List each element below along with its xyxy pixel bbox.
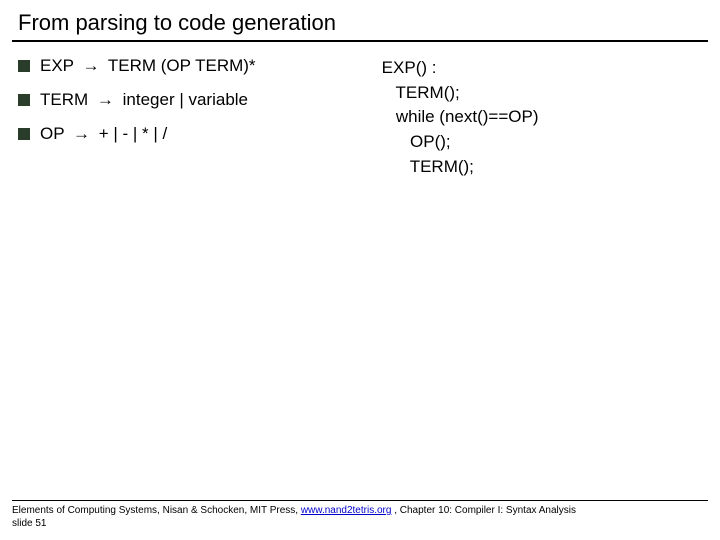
code-line: TERM(); [382,155,702,180]
grammar-rule: TERM → integer | variable [18,90,374,110]
bullet-icon [18,94,30,106]
pseudocode: EXP() : TERM(); while (next()==OP) OP();… [374,56,702,179]
bullet-icon [18,60,30,72]
rule-text: EXP → TERM (OP TERM)* [40,56,256,76]
rule-rhs: + | - | * | / [99,124,168,143]
rule-text: TERM → integer | variable [40,90,248,110]
rule-text: OP → + | - | * | / [40,124,167,144]
code-line: EXP() : [382,56,702,81]
code-line: while (next()==OP) [382,105,702,130]
content-area: EXP → TERM (OP TERM)* TERM → integer | v… [0,56,720,179]
slide: From parsing to code generation EXP → TE… [0,0,720,540]
arrow-icon: → [97,90,114,109]
grammar-rule: OP → + | - | * | / [18,124,374,144]
slide-title: From parsing to code generation [0,10,720,40]
grammar-rules: EXP → TERM (OP TERM)* TERM → integer | v… [18,56,374,179]
footer-prefix: Elements of Computing Systems, Nisan & S… [12,505,301,516]
code-line: OP(); [382,130,702,155]
arrow-icon: → [82,56,99,75]
rule-lhs: TERM [40,90,88,109]
footer-link[interactable]: www.nand2tetris.org [301,505,392,516]
grammar-rule: EXP → TERM (OP TERM)* [18,56,374,76]
code-line: TERM(); [382,81,702,106]
title-divider [12,40,708,42]
footer: Elements of Computing Systems, Nisan & S… [12,500,708,530]
rule-lhs: EXP [40,56,74,75]
footer-line1: Elements of Computing Systems, Nisan & S… [12,504,708,517]
rule-lhs: OP [40,124,64,143]
arrow-icon: → [73,124,90,143]
rule-rhs: TERM (OP TERM)* [108,56,256,75]
code-block: EXP() : TERM(); while (next()==OP) OP();… [382,56,702,179]
footer-divider [12,500,708,501]
footer-suffix: , Chapter 10: Compiler I: Syntax Analysi… [391,505,576,516]
bullet-icon [18,128,30,140]
footer-slide-number: slide 51 [12,517,708,530]
rule-rhs: integer | variable [123,90,248,109]
